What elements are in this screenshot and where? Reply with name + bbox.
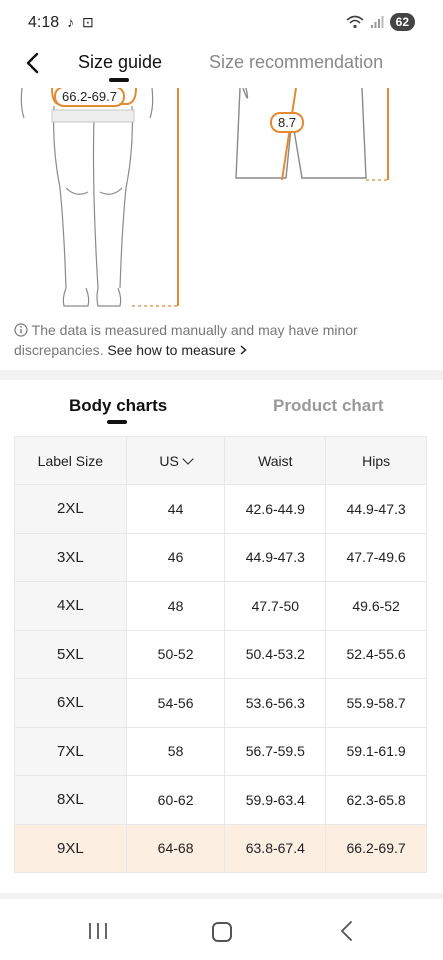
section-divider bbox=[0, 370, 443, 380]
chevron-down-icon bbox=[182, 452, 194, 465]
header-hips: Hips bbox=[325, 436, 427, 485]
size-table: Label Size US Waist Hips 2XL 44 42.6-44.… bbox=[14, 436, 427, 873]
battery-indicator: 62 bbox=[389, 13, 415, 31]
chevron-left-icon bbox=[26, 52, 39, 74]
cell-us: 50-52 bbox=[125, 629, 226, 679]
home-icon[interactable] bbox=[212, 922, 232, 942]
back-icon[interactable] bbox=[338, 920, 354, 942]
body-figure bbox=[20, 88, 389, 307]
cell-hips: 55.9-58.7 bbox=[325, 678, 427, 728]
cell-us: 54-56 bbox=[125, 678, 226, 728]
wifi-icon bbox=[346, 15, 364, 29]
table-row: 5XL 50-52 50.4-53.2 52.4-55.6 bbox=[14, 629, 427, 679]
top-navigation: Size guide Size recommendation bbox=[0, 44, 443, 86]
recent-apps-icon[interactable] bbox=[87, 922, 109, 940]
cell-hips: 47.7-49.6 bbox=[325, 532, 427, 582]
table-header-row: Label Size US Waist Hips bbox=[14, 436, 427, 485]
cell-hips: 62.3-65.8 bbox=[325, 775, 427, 825]
bottom-divider bbox=[0, 893, 443, 899]
tab-size-recommendation[interactable]: Size recommendation bbox=[209, 52, 383, 73]
cell-us: 46 bbox=[125, 532, 226, 582]
status-bar: 4:18 ♪ ⊡ 62 bbox=[0, 0, 443, 44]
cell-waist: 50.4-53.2 bbox=[224, 629, 327, 679]
cell-hips: 44.9-47.3 bbox=[325, 484, 427, 534]
table-row: 3XL 46 44.9-47.3 47.7-49.6 bbox=[14, 532, 427, 582]
cell-hips: 52.4-55.6 bbox=[325, 629, 427, 679]
table-row: 6XL 54-56 53.6-56.3 55.9-58.7 bbox=[14, 678, 427, 728]
chevron-right-icon bbox=[240, 345, 247, 355]
leg-measure-label: 8.7 bbox=[270, 112, 305, 133]
signal-icon bbox=[370, 16, 384, 28]
table-row-highlighted: 9XL 64-68 63.8-67.4 66.2-69.7 bbox=[14, 823, 427, 873]
header-us-dropdown[interactable]: US bbox=[125, 436, 226, 485]
cell-us: 60-62 bbox=[125, 775, 226, 825]
cell-label-size: 3XL bbox=[14, 532, 127, 582]
cell-waist: 63.8-67.4 bbox=[224, 823, 327, 873]
cell-label-size: 6XL bbox=[14, 678, 127, 728]
cell-us: 58 bbox=[125, 726, 226, 776]
tab-size-guide[interactable]: Size guide bbox=[78, 52, 162, 73]
screenshot-icon: ⊡ bbox=[82, 14, 94, 30]
cell-label-size: 5XL bbox=[14, 629, 127, 679]
cell-label-size: 9XL bbox=[14, 823, 127, 873]
cell-hips: 49.6-52 bbox=[325, 581, 427, 631]
cell-us: 48 bbox=[125, 581, 226, 631]
header-label-size: Label Size bbox=[14, 436, 127, 485]
back-button[interactable] bbox=[18, 48, 46, 78]
cell-waist: 56.7-59.5 bbox=[224, 726, 327, 776]
tab-body-charts[interactable]: Body charts bbox=[69, 396, 167, 416]
status-time: 4:18 bbox=[28, 14, 60, 31]
active-tab-indicator bbox=[109, 78, 129, 82]
cell-waist: 53.6-56.3 bbox=[224, 678, 327, 728]
cell-us: 64-68 bbox=[125, 823, 226, 873]
cell-waist: 42.6-44.9 bbox=[224, 484, 327, 534]
header-waist: Waist bbox=[224, 436, 327, 485]
table-row: 2XL 44 42.6-44.9 44.9-47.3 bbox=[14, 484, 427, 534]
cell-hips: 66.2-69.7 bbox=[325, 823, 427, 873]
active-chart-tab-indicator bbox=[107, 420, 127, 424]
info-icon bbox=[14, 323, 28, 337]
measurement-note: The data is measured manually and may ha… bbox=[14, 320, 434, 360]
how-to-measure-link[interactable]: See how to measure bbox=[107, 342, 247, 358]
hips-measure-label: 66.2-69.7 bbox=[54, 88, 125, 107]
cell-waist: 44.9-47.3 bbox=[224, 532, 327, 582]
cell-label-size: 7XL bbox=[14, 726, 127, 776]
cell-waist: 59.9-63.4 bbox=[224, 775, 327, 825]
system-navigation-bar bbox=[0, 900, 443, 960]
tiktok-icon: ♪ bbox=[67, 14, 74, 30]
table-row: 8XL 60-62 59.9-63.4 62.3-65.8 bbox=[14, 775, 427, 825]
tab-product-chart[interactable]: Product chart bbox=[273, 396, 384, 416]
measurement-illustration: 66.2-69.7 8.7 bbox=[0, 88, 443, 320]
chart-tabs: Body charts Product chart bbox=[0, 380, 443, 432]
cell-label-size: 2XL bbox=[14, 484, 127, 534]
cell-label-size: 8XL bbox=[14, 775, 127, 825]
cell-us: 44 bbox=[125, 484, 226, 534]
table-row: 4XL 48 47.7-50 49.6-52 bbox=[14, 581, 427, 631]
table-row: 7XL 58 56.7-59.5 59.1-61.9 bbox=[14, 726, 427, 776]
cell-label-size: 4XL bbox=[14, 581, 127, 631]
cell-hips: 59.1-61.9 bbox=[325, 726, 427, 776]
cell-waist: 47.7-50 bbox=[224, 581, 327, 631]
